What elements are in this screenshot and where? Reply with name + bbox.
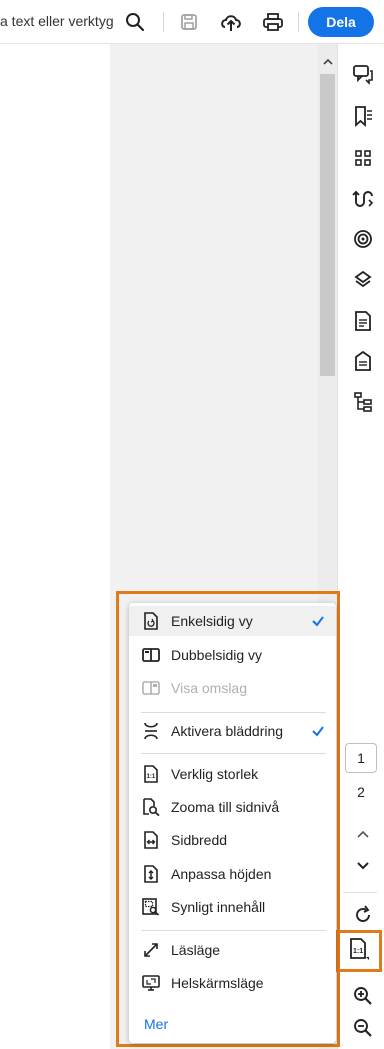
scrolling-icon	[141, 721, 161, 741]
document-page	[0, 44, 110, 1049]
page-view-menu: Enkelsidig vy Dubbelsidig vy Visa omslag…	[129, 603, 336, 1043]
save-icon[interactable]	[177, 10, 201, 34]
menu-item-label: Synligt innehåll	[171, 899, 266, 915]
bookmark-icon[interactable]	[351, 104, 375, 128]
full-screen-icon	[141, 973, 161, 993]
upload-cloud-icon[interactable]	[219, 10, 243, 34]
previous-page-icon[interactable]	[351, 822, 375, 846]
menu-item-actual-size[interactable]: 1:1 Verklig storlek	[129, 759, 336, 789]
actual-size-icon: 1:1	[141, 764, 161, 784]
svg-text:1:1: 1:1	[353, 948, 363, 955]
actual-size-icon: 1:1	[348, 937, 370, 966]
menu-item-label: Sidbredd	[171, 832, 228, 848]
menu-item-label: Enkelsidig vy	[171, 613, 253, 629]
svg-text:1:1: 1:1	[147, 774, 156, 780]
next-page-icon[interactable]	[351, 854, 375, 878]
menu-item-label: Dubbelsidig vy	[171, 647, 263, 663]
menu-item-zoom-page[interactable]: Zooma till sidnivå	[129, 792, 336, 822]
layers-icon[interactable]	[351, 268, 375, 292]
scrollbar-thumb[interactable]	[320, 74, 335, 376]
menu-item-label: Aktivera bläddring	[171, 723, 284, 739]
menu-divider	[141, 712, 326, 713]
top-toolbar: a text eller verktyg Dela	[0, 0, 384, 44]
page-view-button[interactable]: 1:1	[336, 930, 382, 972]
thumbnails-icon[interactable]	[351, 146, 375, 170]
fit-visible-icon	[141, 897, 161, 917]
menu-item-two-page[interactable]: Dubbelsidig vy	[129, 640, 336, 670]
zoom-page-icon	[141, 797, 161, 817]
search-icon[interactable]	[123, 10, 147, 34]
checkmark-icon	[312, 726, 324, 737]
menu-item-enable-scrolling[interactable]: Aktivera bläddring	[129, 716, 336, 746]
rail-divider	[343, 892, 377, 893]
two-page-icon	[141, 645, 161, 665]
single-page-icon	[141, 611, 161, 631]
toolbar-divider	[298, 12, 299, 32]
cover-page-icon	[141, 678, 161, 698]
menu-item-single-page[interactable]: Enkelsidig vy	[129, 606, 336, 636]
menu-item-label: Anpassa höjden	[171, 866, 272, 882]
menu-item-label: Visa omslag	[171, 680, 248, 696]
menu-item-label: Läsläge	[171, 942, 221, 958]
target-icon[interactable]	[351, 227, 375, 251]
fit-width-icon	[141, 830, 161, 850]
tag-document-icon[interactable]	[351, 349, 375, 373]
share-button[interactable]: Dela	[308, 7, 374, 37]
menu-item-full-screen[interactable]: Helskärmsläge	[129, 968, 336, 998]
print-icon[interactable]	[261, 10, 285, 34]
menu-item-label: Zooma till sidnivå	[171, 799, 280, 815]
scroll-up-icon[interactable]	[318, 52, 337, 72]
total-pages: 2	[357, 784, 365, 800]
menu-item-label: Verklig storlek	[171, 766, 259, 782]
menu-item-fit-height[interactable]: Anpassa höjden	[129, 859, 336, 889]
search-field-text[interactable]: a text eller verktyg	[0, 13, 114, 29]
menu-item-show-cover: Visa omslag	[129, 673, 336, 703]
fit-height-icon	[141, 864, 161, 884]
current-page-field[interactable]: 1	[345, 743, 377, 773]
menu-item-visible-content[interactable]: Synligt innehåll	[129, 892, 336, 922]
menu-divider	[141, 753, 326, 754]
document-icon[interactable]	[351, 309, 375, 333]
menu-item-reading-mode[interactable]: Läsläge	[129, 935, 336, 965]
zoom-out-icon[interactable]	[351, 1016, 375, 1040]
more-link[interactable]: Mer	[144, 1016, 168, 1032]
menu-item-fit-width[interactable]: Sidbredd	[129, 825, 336, 855]
comment-icon[interactable]	[351, 62, 375, 86]
content-tree-icon[interactable]	[351, 390, 375, 414]
menu-item-label: Helskärmsläge	[171, 975, 264, 991]
menu-divider	[141, 930, 326, 931]
zoom-in-icon[interactable]	[351, 984, 375, 1008]
reading-mode-icon	[141, 940, 161, 960]
compare-icon[interactable]	[351, 187, 375, 211]
toolbar-divider	[163, 12, 164, 32]
checkmark-icon	[312, 616, 324, 627]
rotate-icon[interactable]	[351, 903, 375, 927]
